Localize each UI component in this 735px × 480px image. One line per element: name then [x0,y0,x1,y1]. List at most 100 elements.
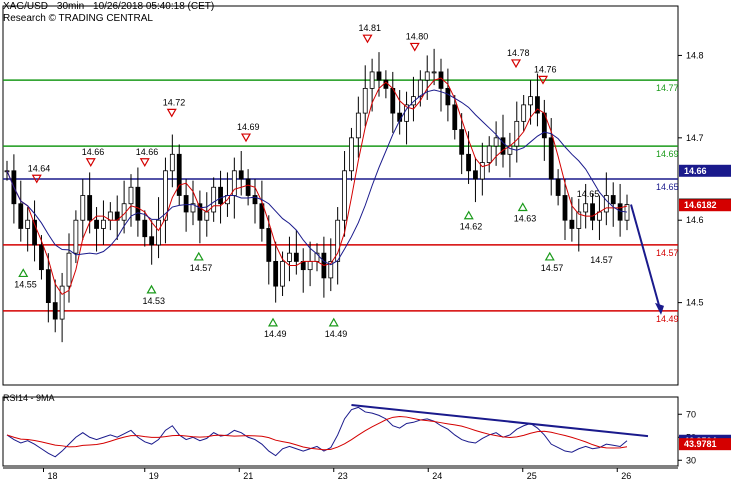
candle-body [376,71,382,81]
high-label: 14.66 [136,147,159,157]
candle-body [486,145,492,163]
x-tick-label: 19 [149,471,159,480]
candle-body [101,219,106,229]
level-label: 14.65 [656,182,679,192]
candle-body [514,120,520,147]
low-label: 14.49 [325,329,348,339]
candle-body [590,203,595,221]
candle-body [362,87,368,114]
level-label: 14.49 [656,314,679,324]
resistance-marker-icon [510,59,522,69]
resistance-marker-icon [409,42,420,52]
candle-body [204,211,210,221]
candle-body [493,137,499,147]
candle-body [307,261,313,271]
y-tick-label: 14.8 [686,50,704,60]
candle-body [25,219,31,229]
price-chart[interactable]: 1819212324252614.814.714.614.570503014.7… [0,0,735,480]
candle-body [266,228,272,262]
candle-body [342,170,347,221]
high-label: 14.80 [406,31,429,41]
price-badge-label: 14.6182 [684,200,717,210]
resistance-marker-icon [139,158,150,167]
low-label: 14.63 [514,214,537,224]
rsi-tick-label: 70 [686,409,696,419]
ma-slow-line [6,89,628,266]
x-tick-label: 23 [338,471,348,480]
candle-body [424,71,430,81]
low-label: 14.57 [541,263,564,273]
candle-body [293,252,299,262]
y-tick-label: 14.7 [686,133,704,143]
candle-body [466,153,471,172]
candle-body [521,104,527,122]
candle-body [245,178,251,196]
ma-fast-line [6,77,628,296]
candle-body [610,195,616,205]
high-label: 14.64 [28,163,51,173]
x-tick-label: 21 [243,471,253,480]
support-marker-icon [328,317,339,327]
candle-body [156,219,161,246]
candle-body [94,219,99,229]
candle-body [383,79,389,89]
candle-body [80,195,86,221]
candle-body [452,104,458,130]
target-label: 14.65 [577,189,600,199]
low-label: 14.62 [460,222,483,232]
candle-body [431,71,437,74]
low-label: 14.53 [143,296,166,306]
support-marker-icon [463,210,474,220]
candle-body [176,153,182,196]
high-label: 14.72 [163,97,186,107]
high-label: 14.81 [359,23,382,33]
candle-body [562,195,568,221]
low-label: 14.55 [14,279,37,289]
candle-body [624,204,630,221]
x-tick-label: 25 [527,471,537,480]
high-label: 14.66 [82,147,105,157]
resistance-marker-icon [362,34,373,44]
candle-body [149,236,155,246]
resistance-marker-icon [166,108,177,118]
support-marker-icon [267,317,279,327]
y-tick-label: 14.6 [686,215,704,225]
candle-body [218,186,223,205]
rsi-badge-label: 43.9781 [684,439,717,449]
support-marker-icon [517,202,528,212]
support-marker-icon [193,251,204,261]
candle-body [280,261,285,287]
rsi-trendline [351,404,649,438]
rsi-tick-label: 30 [686,455,696,465]
candle-body [445,87,451,106]
candle-body [183,195,189,213]
candle-body [417,79,423,98]
x-tick-label: 26 [621,471,631,480]
candle-body [287,252,292,262]
target-label: 14.57 [590,255,613,265]
x-tick-label: 18 [48,471,58,480]
candle-body [355,112,361,139]
candle-body [390,87,396,114]
rsi-ma-line [6,416,628,451]
candle-body [459,129,465,155]
high-label: 14.69 [237,122,260,132]
x-tick-label: 24 [432,471,442,480]
low-label: 14.57 [190,263,213,273]
candle-body [349,137,354,172]
candle-body [273,261,279,287]
candle-body [73,219,79,254]
candle-body [583,203,589,213]
candle-body [569,219,575,229]
high-label: 14.78 [507,48,530,58]
candle-body [87,195,93,221]
support-marker-icon [18,268,29,278]
candle-body [45,269,51,304]
candle-body [52,302,58,320]
price-badge-label: 14.66 [684,166,707,176]
low-label: 14.49 [264,329,287,339]
candle-body [555,178,561,196]
candle-body [135,186,141,221]
candle-body [66,252,72,287]
candle-body [211,186,217,213]
